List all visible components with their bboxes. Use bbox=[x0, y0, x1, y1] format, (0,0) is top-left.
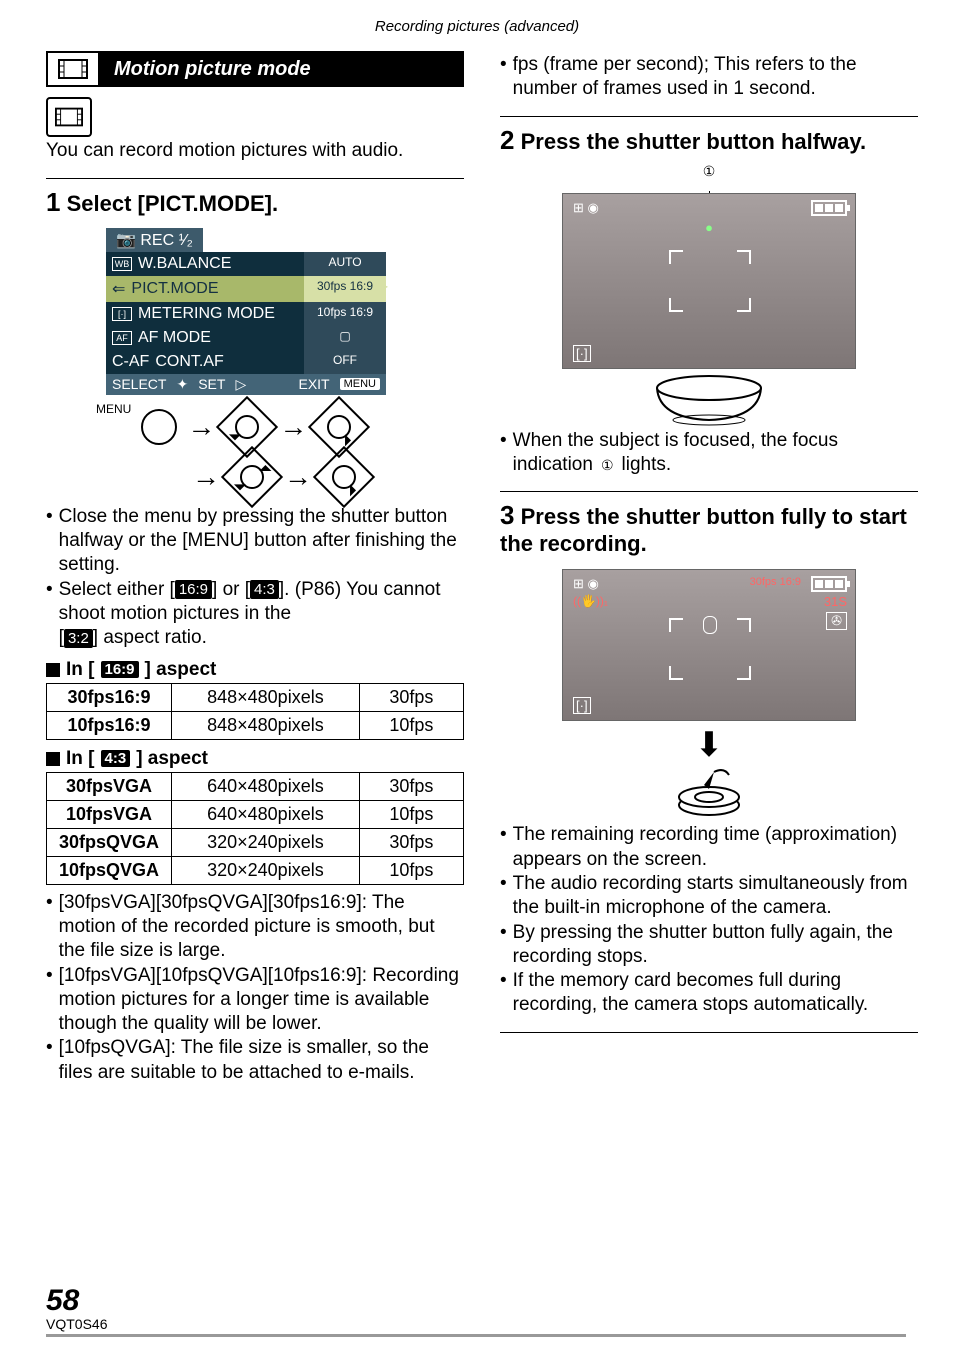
metering-icon: [·] bbox=[112, 307, 132, 321]
table-row: 30fpsVGA640×480pixels30fps bbox=[47, 772, 464, 800]
callout-1: ① bbox=[700, 162, 718, 180]
movie-mode-icon: ⊞ ◉ bbox=[573, 576, 599, 592]
rec-time: 31S bbox=[824, 594, 847, 609]
menu-row-pictmode: ⇐PICT.MODE 30fps 16:9 bbox=[106, 276, 386, 302]
subject-illustration bbox=[649, 373, 769, 423]
mode-dial-icon bbox=[46, 97, 92, 137]
step3-heading: 3 Press the shutter button fully to star… bbox=[500, 500, 918, 557]
subhead-43: In [4:3] aspect bbox=[46, 748, 464, 770]
pictmode-icon: ⇐ bbox=[112, 279, 125, 299]
metering-icon: [·] bbox=[573, 345, 591, 362]
card-icon: ✇ bbox=[826, 612, 847, 630]
dpad-icon bbox=[221, 446, 283, 508]
table-row: 30fpsQVGA320×240pixels30fps bbox=[47, 828, 464, 856]
step3-number: 3 bbox=[500, 500, 514, 530]
camera-menu: 📷 REC ¹⁄₂ WBW.BALANCE AUTO ⇐PICT.MODE 30… bbox=[106, 228, 386, 395]
list-item: The audio recording starts simultaneousl… bbox=[500, 872, 918, 921]
menu-footer: SELECT✦ SET▷ EXIT MENU bbox=[106, 374, 386, 395]
aspect-169-badge: 16:9 bbox=[175, 580, 212, 599]
motion-picture-icon bbox=[46, 51, 100, 87]
note-close-menu: Close the menu by pressing the shutter b… bbox=[46, 505, 464, 578]
movie-mode-icon: ⊞ ◉ bbox=[573, 200, 599, 216]
fps-note: fps (frame per second); This refers to t… bbox=[500, 53, 918, 102]
menu-row-wbalance: WBW.BALANCE AUTO bbox=[106, 252, 386, 276]
aspect-43-badge: 4:3 bbox=[250, 580, 279, 599]
header-breadcrumb: Recording pictures (advanced) bbox=[0, 0, 954, 35]
list-item: [10fpsQVGA]: The file size is smaller, s… bbox=[46, 1036, 464, 1085]
lcd-screen-recording: ⊞ ◉ 30fps 16:9 31S ((🖐))₁ ✇ [·] bbox=[562, 569, 856, 721]
stabilizer-icon: ((🖐))₁ bbox=[573, 594, 608, 608]
list-item: [10fpsVGA][10fpsQVGA][10fps16:9]: Record… bbox=[46, 964, 464, 1037]
list-item: [30fpsVGA][30fpsQVGA][30fps16:9]: The mo… bbox=[46, 891, 464, 964]
doc-code: VQT0S46 bbox=[46, 1316, 906, 1332]
table-row: 10fpsQVGA320×240pixels10fps bbox=[47, 856, 464, 884]
aspect-32-badge: 3:2 bbox=[64, 629, 93, 648]
battery-icon bbox=[811, 576, 847, 592]
dpad-icon bbox=[216, 396, 278, 458]
page-footer: 58 VQT0S46 bbox=[46, 1286, 906, 1337]
page-number: 58 bbox=[46, 1286, 906, 1316]
mic-icon bbox=[703, 616, 717, 634]
metering-icon: [·] bbox=[573, 697, 591, 714]
table-row: 10fps16:9848×480pixels10fps bbox=[47, 711, 464, 739]
menu-row-contaf: C-AFCONT.AF OFF bbox=[106, 350, 386, 374]
step1-heading: 1 Select [PICT.MODE]. bbox=[46, 187, 464, 218]
table-169: 30fps16:9848×480pixels30fps 10fps16:9848… bbox=[46, 683, 464, 740]
step1-title: Select [PICT.MODE]. bbox=[67, 191, 278, 216]
step1-number: 1 bbox=[46, 187, 60, 217]
caf-icon: C-AF bbox=[112, 353, 149, 371]
af-icon: AF bbox=[112, 331, 132, 345]
section-title-text: Motion picture mode bbox=[100, 51, 464, 87]
section-title: Motion picture mode bbox=[46, 51, 464, 87]
nav-diagram: MENU → → → → bbox=[96, 405, 464, 499]
menu-tab: 📷 REC ¹⁄₂ bbox=[106, 228, 203, 252]
focus-frame bbox=[669, 250, 751, 312]
intro-text: You can record motion pictures with audi… bbox=[46, 139, 464, 164]
table-row: 10fpsVGA640×480pixels10fps bbox=[47, 800, 464, 828]
note-select-aspect: Select either [16:9] or [4:3]. (P86) You… bbox=[46, 578, 464, 651]
step2-number: 2 bbox=[500, 125, 514, 155]
down-arrow-icon: ⬇ bbox=[500, 725, 918, 765]
wb-icon: WB bbox=[112, 257, 132, 271]
shutter-press-icon bbox=[674, 767, 744, 817]
step2-title: Press the shutter button halfway. bbox=[521, 129, 867, 154]
dpad-icon bbox=[313, 446, 375, 508]
step3-title: Press the shutter button fully to start … bbox=[500, 504, 907, 556]
focus-indicator-icon: ● bbox=[705, 220, 713, 235]
menu-row-afmode: AFAF MODE ▢ bbox=[106, 326, 386, 350]
focus-note: When the subject is focused, the focus i… bbox=[500, 429, 918, 478]
list-item: By pressing the shutter button fully aga… bbox=[500, 921, 918, 970]
subhead-169: In [16:9] aspect bbox=[46, 659, 464, 681]
step2-heading: 2 Press the shutter button halfway. bbox=[500, 125, 918, 156]
menu-row-metering: [·]METERING MODE 10fps 16:9 bbox=[106, 302, 386, 326]
table-43: 30fpsVGA640×480pixels30fps 10fpsVGA640×4… bbox=[46, 772, 464, 885]
battery-icon bbox=[811, 200, 847, 216]
lcd-screen-halfway: ⊞ ◉ [·] ● bbox=[562, 193, 856, 369]
fps-indicator: 30fps 16:9 bbox=[750, 576, 801, 588]
dpad-icon bbox=[308, 396, 370, 458]
table-row: 30fps16:9848×480pixels30fps bbox=[47, 683, 464, 711]
menu-badge-icon: MENU bbox=[340, 378, 380, 390]
list-item: The remaining recording time (approximat… bbox=[500, 823, 918, 872]
menu-button-icon bbox=[141, 409, 177, 445]
list-item: If the memory card becomes full during r… bbox=[500, 969, 918, 1018]
